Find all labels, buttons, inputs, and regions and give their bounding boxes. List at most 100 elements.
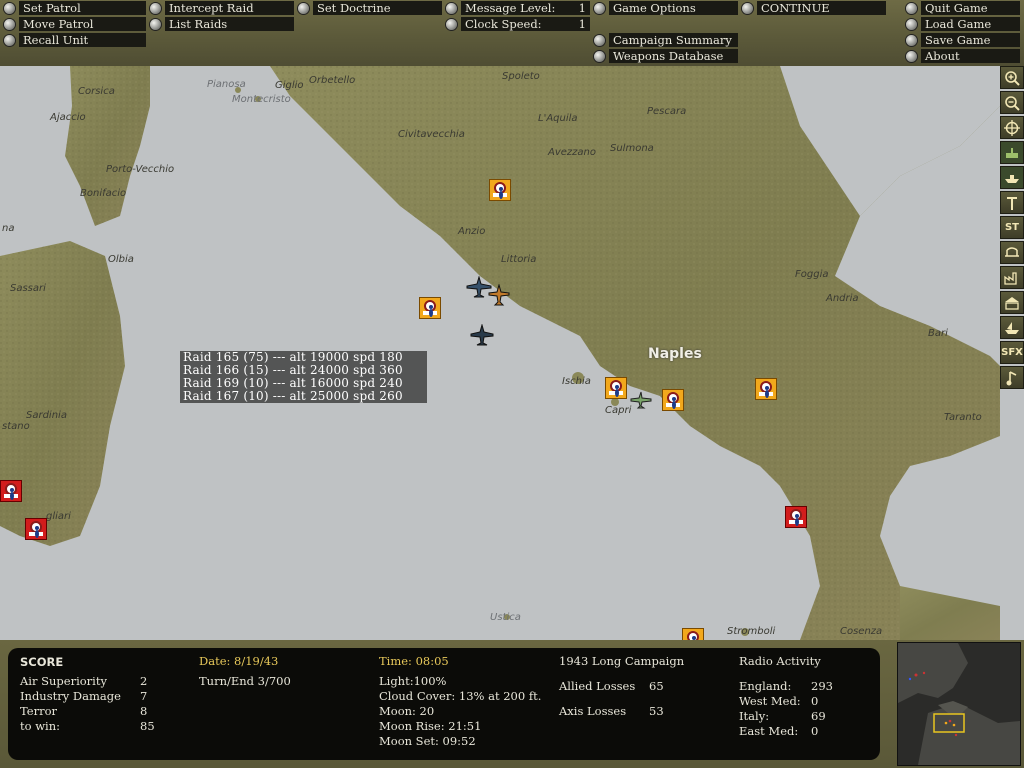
bridge-toggle-icon[interactable] — [1000, 241, 1024, 264]
knob-icon — [446, 18, 457, 30]
allied-airbase-marker[interactable] — [0, 480, 22, 502]
set-patrol-button[interactable]: Set Patrol — [4, 1, 146, 15]
italy-value: 69 — [811, 709, 826, 723]
label-ustica: Ustica — [490, 612, 521, 623]
boat-toggle-icon[interactable] — [1000, 316, 1024, 339]
knob-icon — [906, 34, 917, 46]
label-naples: Naples — [648, 346, 702, 362]
label-taranto: Taranto — [944, 412, 982, 423]
light-text: Light:100% — [379, 674, 447, 688]
label-bonifacio: Bonifacio — [80, 188, 127, 199]
axis-airbase-marker[interactable] — [662, 389, 684, 411]
campaign-summary-button[interactable]: Campaign Summary — [594, 33, 738, 47]
factory-toggle-icon[interactable] — [1000, 266, 1024, 289]
knob-icon — [906, 2, 917, 14]
intercept-raid-label: Intercept Raid — [165, 1, 294, 15]
knob-icon — [150, 18, 161, 30]
label-laquila: L'Aquila — [538, 113, 578, 124]
patrol-aircraft-icon[interactable] — [630, 391, 652, 409]
message-level-value: 1 — [578, 1, 586, 15]
knob-icon — [906, 18, 917, 30]
campaign-map[interactable]: Corsica Ajaccio Porto-Vecchio Bonifacio … — [0, 66, 1024, 640]
knob-icon — [446, 2, 457, 14]
move-patrol-button[interactable]: Move Patrol — [4, 17, 146, 31]
building-toggle-icon[interactable] — [1000, 291, 1024, 314]
zoom-out-icon[interactable] — [1000, 91, 1024, 114]
axis-airbase-marker[interactable] — [605, 377, 627, 399]
campaign-name: 1943 Long Campaign — [559, 654, 685, 668]
air-superiority-value: 2 — [140, 674, 148, 688]
zoom-in-icon[interactable] — [1000, 66, 1024, 89]
list-raids-button[interactable]: List Raids — [150, 17, 294, 31]
label-sardinia: Sardinia — [26, 410, 67, 421]
music-toggle-icon[interactable] — [1000, 366, 1024, 389]
raid-aircraft-icon[interactable] — [470, 324, 494, 346]
st-toggle[interactable]: ST — [1000, 216, 1024, 239]
crosshair-icon[interactable] — [1000, 116, 1024, 139]
axis-airbase-marker[interactable] — [419, 297, 441, 319]
message-level-control[interactable]: Message Level: 1 — [446, 1, 590, 15]
flak-toggle-icon[interactable] — [1000, 141, 1024, 164]
set-doctrine-button[interactable]: Set Doctrine — [298, 1, 442, 15]
save-game-button[interactable]: Save Game — [906, 33, 1020, 47]
load-game-button[interactable]: Load Game — [906, 17, 1020, 31]
label-corsica: Corsica — [78, 86, 115, 97]
allied-airbase-marker[interactable] — [785, 506, 807, 528]
rail-toggle-icon[interactable] — [1000, 191, 1024, 214]
label-bari: Bari — [928, 328, 948, 339]
label-sulmona: Sulmona — [610, 143, 654, 154]
axis-airbase-marker[interactable] — [755, 378, 777, 400]
bomber-aircraft-icon[interactable] — [488, 284, 510, 306]
raid-info-overlay: Raid 165 (75) --- alt 19000 spd 180 Raid… — [180, 351, 427, 403]
air-superiority-label: Air Superiority — [20, 674, 107, 688]
knob-icon — [906, 50, 917, 62]
allied-losses-value: 65 — [649, 679, 664, 693]
label-pianosa: Pianosa — [207, 79, 246, 90]
ships-toggle-icon[interactable] — [1000, 166, 1024, 189]
east-med-value: 0 — [811, 724, 819, 738]
east-med-label: East Med: — [739, 724, 799, 738]
label-foggia: Foggia — [795, 269, 829, 280]
label-spoleto: Spoleto — [502, 71, 540, 82]
label-montecristo: Montecristo — [232, 94, 291, 105]
moon-set-text: Moon Set: 09:52 — [379, 734, 476, 748]
recall-unit-button[interactable]: Recall Unit — [4, 33, 146, 47]
message-level-field: Message Level: 1 — [461, 1, 590, 15]
label-cosenza: Cosenza — [840, 626, 883, 637]
weapons-database-button[interactable]: Weapons Database — [594, 49, 738, 63]
map-terrain — [0, 66, 1024, 640]
sfx-toggle[interactable]: SFX — [1000, 341, 1024, 364]
move-patrol-label: Move Patrol — [19, 17, 146, 31]
axis-airbase-marker[interactable] — [489, 179, 511, 201]
label-anzio: Anzio — [458, 226, 486, 237]
raid-line[interactable]: Raid 167 (10) --- alt 25000 spd 260 — [180, 390, 427, 403]
continue-button[interactable]: CONTINUE — [742, 1, 886, 15]
label-pescara: Pescara — [647, 106, 687, 117]
quit-game-button[interactable]: Quit Game — [906, 1, 1020, 15]
label-andria: Andria — [826, 293, 859, 304]
label-cagliari: gliari — [46, 511, 71, 522]
radio-activity-title: Radio Activity — [739, 654, 821, 668]
label-ajaccio: Ajaccio — [50, 112, 86, 123]
knob-icon — [298, 2, 309, 14]
knob-icon — [150, 2, 161, 14]
intercept-raid-button[interactable]: Intercept Raid — [150, 1, 294, 15]
game-options-button[interactable]: Game Options — [594, 1, 738, 15]
minimap-terrain — [898, 643, 1020, 765]
label-giglio: Giglio — [275, 80, 304, 91]
campaign-summary-label: Campaign Summary — [609, 33, 738, 47]
label-ischia: Ischia — [562, 376, 591, 387]
label-civitavecchia: Civitavecchia — [398, 129, 465, 140]
clock-speed-field: Clock Speed: 1 — [461, 17, 590, 31]
italy-label: Italy: — [739, 709, 770, 723]
about-button[interactable]: About — [906, 49, 1020, 63]
clock-speed-control[interactable]: Clock Speed: 1 — [446, 17, 590, 31]
set-patrol-label: Set Patrol — [19, 1, 146, 15]
minimap[interactable] — [897, 642, 1021, 766]
axis-airbase-marker[interactable] — [682, 628, 704, 640]
quit-game-label: Quit Game — [921, 1, 1020, 15]
allied-airbase-marker[interactable] — [25, 518, 47, 540]
weapons-database-label: Weapons Database — [609, 49, 738, 63]
cloud-cover-text: Cloud Cover: 13% at 200 ft. — [379, 689, 542, 703]
set-doctrine-label: Set Doctrine — [313, 1, 442, 15]
